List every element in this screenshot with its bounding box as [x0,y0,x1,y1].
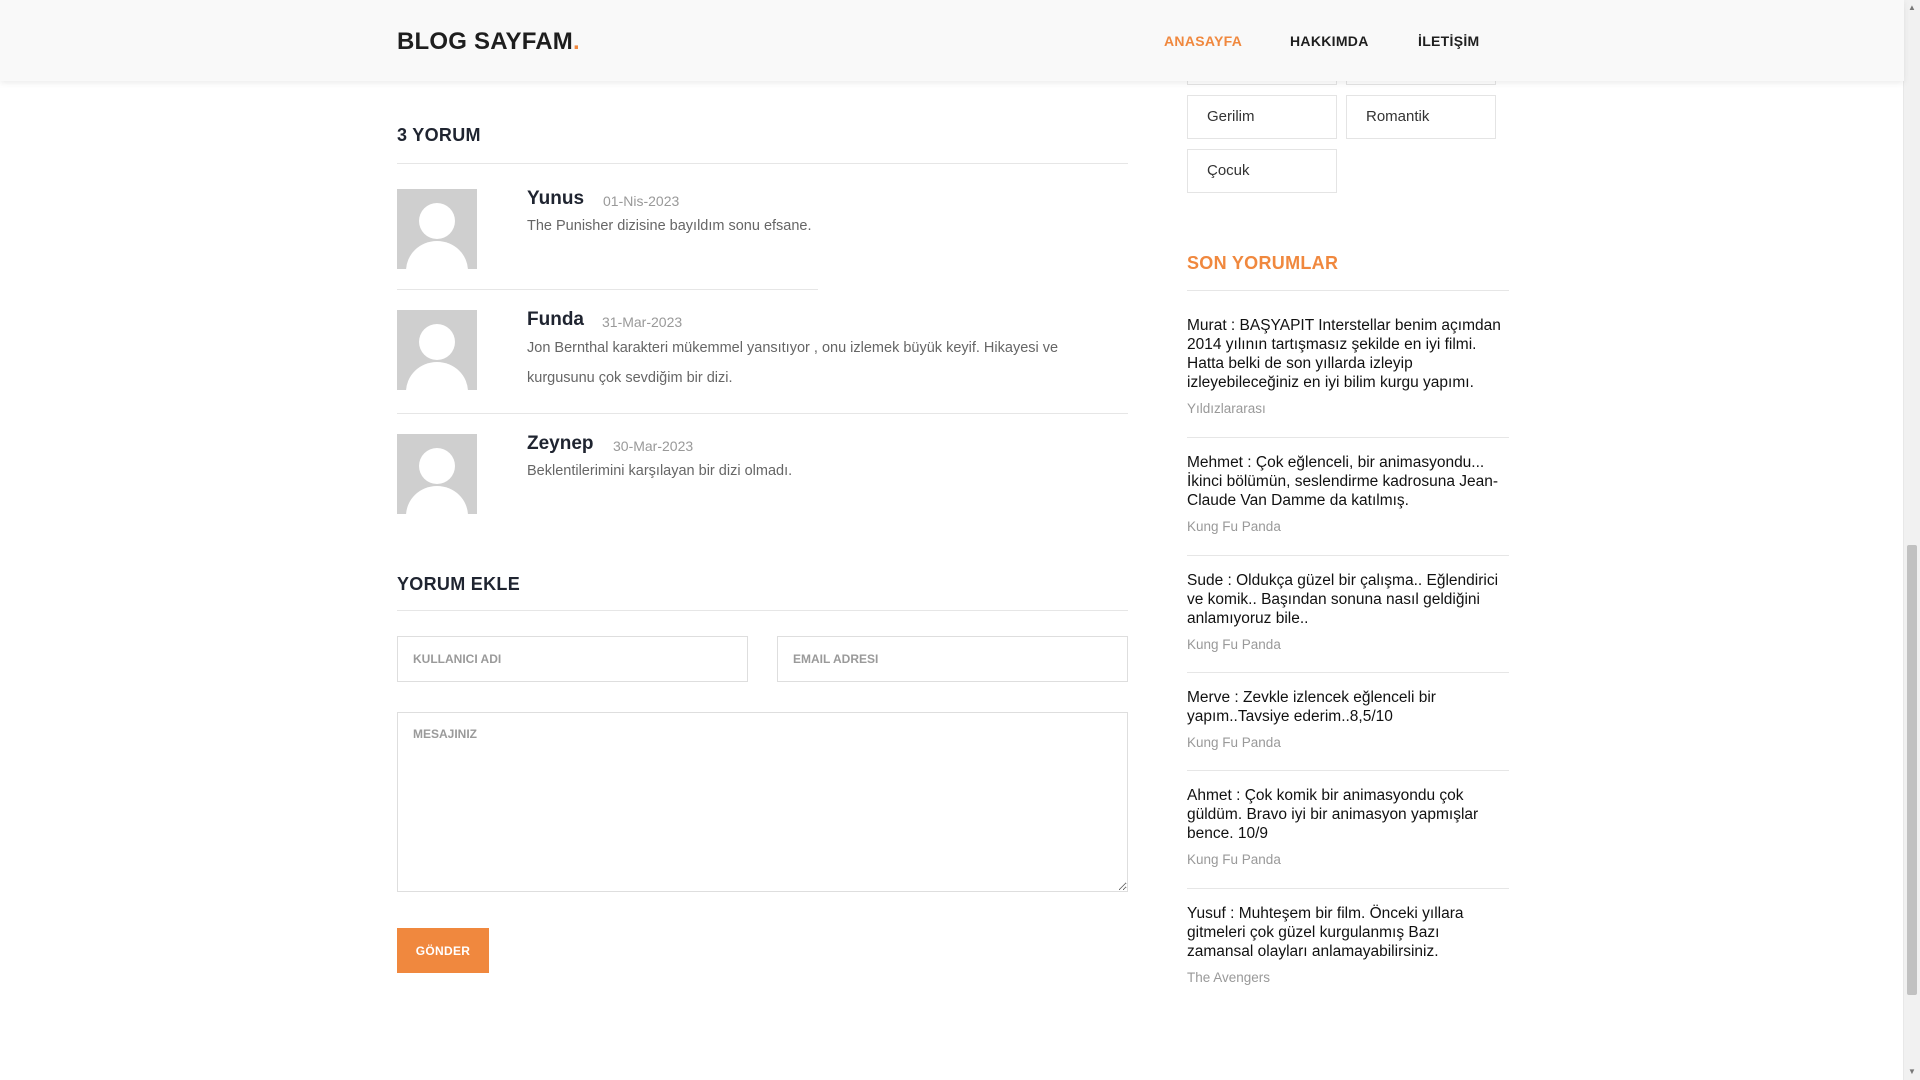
recent-divider [1187,555,1509,556]
recent-divider [1187,290,1509,291]
category-tag[interactable]: Çocuk [1187,149,1337,193]
comment-divider [397,289,818,290]
comment-author: Funda [527,309,584,330]
site-logo[interactable]: BLOG SAYFAM. [397,28,580,56]
recent-comment-source[interactable]: Kung Fu Panda [1187,852,1509,867]
comment-text-line: Jon Bernthal karakteri mükemmel yansıtıy… [527,340,1059,356]
comment-author: Yunus [527,188,585,209]
add-comment-title: YORUM EKLE [397,574,521,594]
recent-divider [1187,888,1509,889]
comment-date: 31-Mar-2023 [602,314,683,330]
recent-comment: Murat : BAŞYAPIT Interstellar benim açım… [1187,316,1509,416]
avatar [397,189,477,269]
category-tag[interactable]: Romantik [1346,95,1496,139]
email-input[interactable] [777,636,1128,682]
page-scrollbar[interactable]: ▲ ▼ [1903,0,1920,1080]
recent-comment-source[interactable]: Kung Fu Panda [1187,735,1509,750]
avatar [397,434,477,514]
comment-text: Beklentilerimini karşılayan bir dizi olm… [527,463,793,479]
recent-divider [1187,437,1509,438]
recent-comment-text[interactable]: Murat : BAŞYAPIT Interstellar benim açım… [1187,316,1509,392]
site-header: BLOG SAYFAM. ANASAYFA HAKKIMDA İLETİŞİM [0,0,1904,81]
comments-title: 3 YORUM [397,125,481,145]
recent-comment: Ahmet : Çok komik bir animasyondu çok gü… [1187,786,1509,867]
avatar [397,310,477,390]
recent-comment: Yusuf : Muhteşem bir film. Önceki yıllar… [1187,904,1509,985]
recent-comment-source[interactable]: Kung Fu Panda [1187,519,1509,534]
comment-text-line: kurgusunu çok sevdiğim bir dizi. [527,370,733,386]
scroll-up-arrow-icon[interactable]: ▲ [1904,0,1920,16]
comment-date: 01-Nis-2023 [603,193,680,209]
comment-text: The Punisher dizisine bayıldım sonu efsa… [527,218,812,234]
recent-comment: Merve : Zevkle izlencek eğlenceli bir ya… [1187,688,1509,750]
nav-contact[interactable]: İLETİŞİM [1418,33,1480,49]
recent-comment-text[interactable]: Merve : Zevkle izlencek eğlenceli bir ya… [1187,688,1509,726]
recent-comment-text[interactable]: Ahmet : Çok komik bir animasyondu çok gü… [1187,786,1509,843]
recent-comment-source[interactable]: Yıldızlararası [1187,401,1509,416]
scrollbar-thumb[interactable] [1907,545,1917,995]
username-input[interactable] [397,636,748,682]
recent-divider [1187,770,1509,771]
message-textarea[interactable] [397,712,1128,892]
nav-about[interactable]: HAKKIMDA [1290,33,1369,49]
logo-text: BLOG SAYFAM [397,28,574,55]
category-tag[interactable]: Gerilim [1187,95,1337,139]
recent-comment: Mehmet : Çok eğlenceli, bir animasyondu.… [1187,453,1509,534]
form-divider [397,610,1128,611]
recent-comment-text[interactable]: Yusuf : Muhteşem bir film. Önceki yıllar… [1187,904,1509,961]
submit-button[interactable]: GÖNDER [397,928,489,973]
nav-home[interactable]: ANASAYFA [1164,33,1242,49]
recent-comment: Sude : Oldukça güzel bir çalışma.. Eğlen… [1187,571,1509,652]
recent-comment-text[interactable]: Mehmet : Çok eğlenceli, bir animasyondu.… [1187,453,1509,510]
comment-divider [397,413,1128,414]
logo-dot: . [573,28,580,55]
comment-text: Jon Bernthal karakteri mükemmel yansıtıy… [527,333,1087,393]
scroll-down-arrow-icon[interactable]: ▼ [1904,1064,1920,1080]
comment-date: 30-Mar-2023 [613,438,694,454]
comment-author: Zeynep [527,433,594,454]
recent-comment-source[interactable]: Kung Fu Panda [1187,637,1509,652]
recent-comment-source[interactable]: The Avengers [1187,970,1509,985]
comments-divider [397,163,1128,164]
recent-comments-title: SON YORUMLAR [1187,253,1339,273]
recent-divider [1187,672,1509,673]
recent-comment-text[interactable]: Sude : Oldukça güzel bir çalışma.. Eğlen… [1187,571,1509,628]
